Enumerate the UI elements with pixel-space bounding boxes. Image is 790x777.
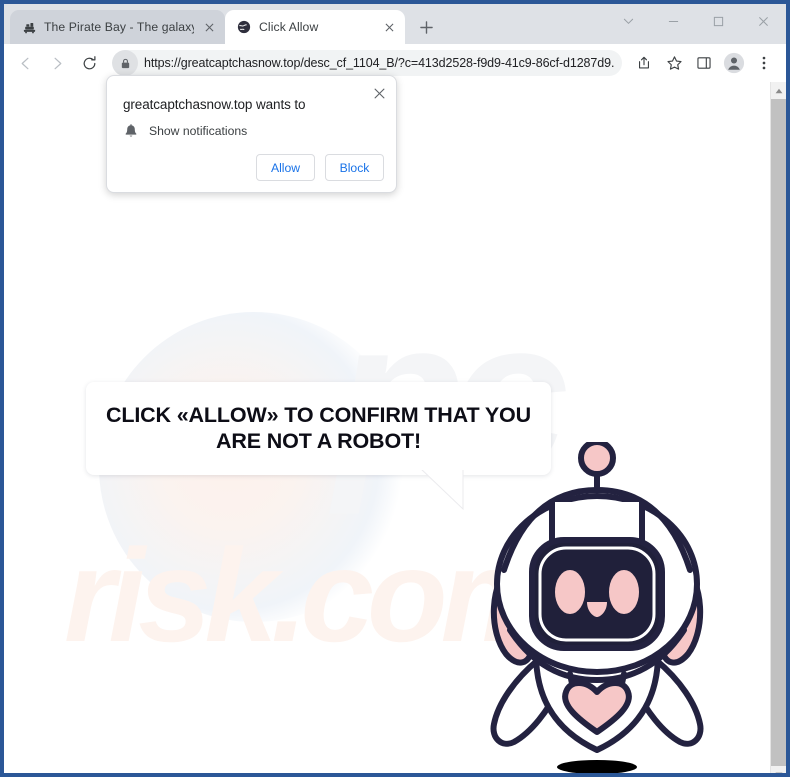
block-button[interactable]: Block <box>325 154 384 181</box>
page-scrollbar[interactable] <box>770 82 786 773</box>
tab-pirate-bay[interactable]: The Pirate Bay - The galaxy's mos <box>10 10 225 44</box>
minimize-icon[interactable] <box>651 4 696 38</box>
side-panel-icon[interactable] <box>690 49 718 77</box>
close-icon[interactable] <box>741 4 786 38</box>
share-icon[interactable] <box>630 49 658 77</box>
maximize-icon[interactable] <box>696 4 741 38</box>
globe-icon <box>236 19 252 35</box>
forward-arrow-icon[interactable] <box>42 48 72 78</box>
three-dot-menu-icon[interactable] <box>750 49 778 77</box>
notification-permission-popup: greatcaptchasnow.top wants to Show notif… <box>106 75 397 193</box>
tab-title: Click Allow <box>259 20 319 34</box>
scrollbar-up-arrow[interactable] <box>771 82 786 99</box>
popup-actions: Allow Block <box>256 154 384 181</box>
lock-icon[interactable] <box>112 50 138 76</box>
tab-strip: The Pirate Bay - The galaxy's mos Click … <box>4 4 786 44</box>
allow-button[interactable]: Allow <box>256 154 315 181</box>
permission-label: Show notifications <box>149 124 248 138</box>
profile-avatar-icon[interactable] <box>720 49 748 77</box>
reload-icon[interactable] <box>74 48 104 78</box>
new-tab-button[interactable] <box>412 13 440 41</box>
tab-search-icon[interactable] <box>606 4 651 38</box>
close-icon[interactable] <box>369 83 389 103</box>
pirate-ship-icon <box>21 19 37 35</box>
popup-title: greatcaptchasnow.top wants to <box>123 97 306 112</box>
browser-window: The Pirate Bay - The galaxy's mos Click … <box>0 0 790 777</box>
robot-mascot-illustration <box>474 442 724 773</box>
address-bar[interactable]: https://greatcaptchasnow.top/desc_cf_110… <box>112 50 622 76</box>
permission-row: Show notifications <box>123 123 247 139</box>
tab-close-button[interactable] <box>381 19 397 35</box>
scrollbar-thumb[interactable] <box>771 99 786 773</box>
window-controls <box>606 4 786 38</box>
tab-click-allow[interactable]: Click Allow <box>225 10 405 44</box>
tab-close-button[interactable] <box>201 19 217 35</box>
back-arrow-icon[interactable] <box>10 48 40 78</box>
bell-icon <box>123 123 139 139</box>
speech-bubble-tail <box>419 467 465 511</box>
url-text: https://greatcaptchasnow.top/desc_cf_110… <box>144 56 614 70</box>
scrollbar-down-arrow[interactable] <box>771 766 786 773</box>
tab-title: The Pirate Bay - The galaxy's mos <box>44 20 194 34</box>
star-icon[interactable] <box>660 49 688 77</box>
